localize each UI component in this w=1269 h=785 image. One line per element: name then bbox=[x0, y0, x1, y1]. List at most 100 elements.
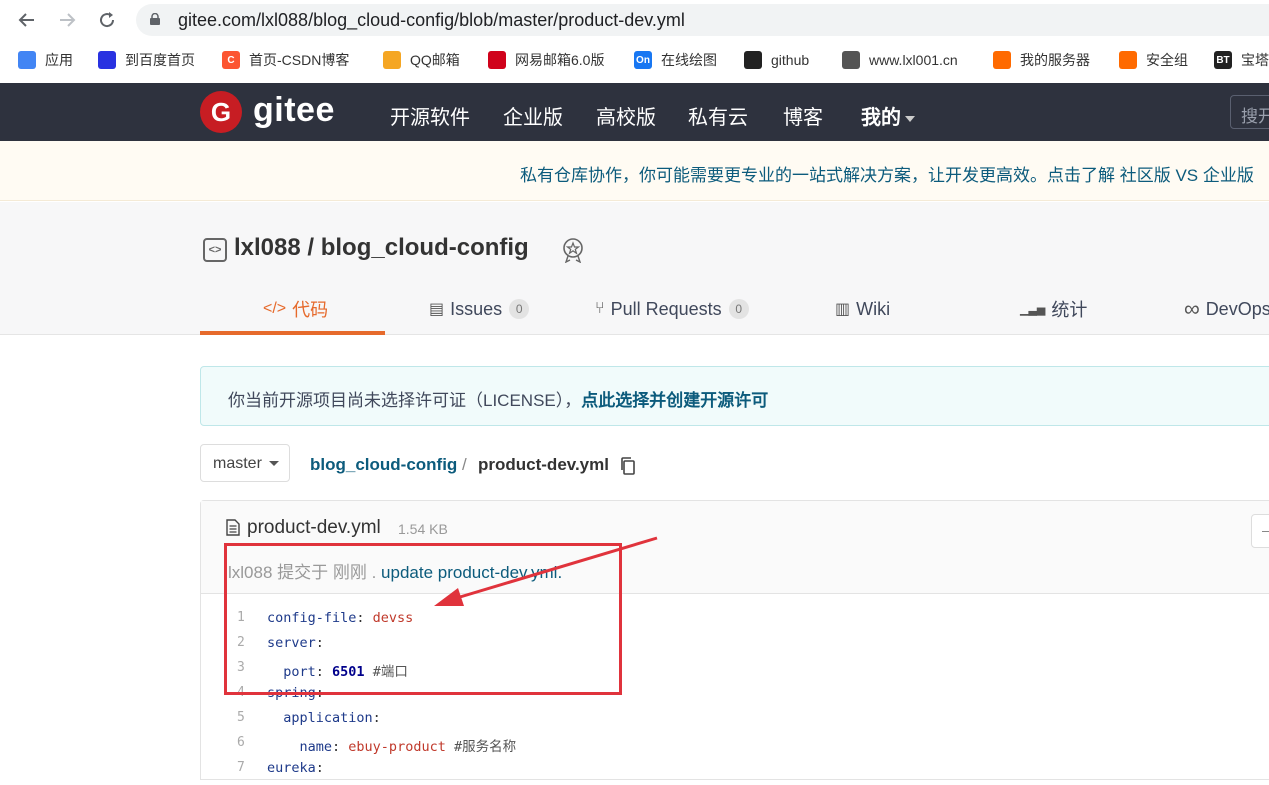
search-input[interactable]: 搜开 bbox=[1230, 95, 1269, 129]
nav-mine-label: 我的 bbox=[861, 107, 901, 129]
bookmark-label: 首页-CSDN博客 bbox=[249, 52, 350, 68]
bookmark-item[interactable]: C 首页-CSDN博客 bbox=[222, 50, 349, 70]
tab-stats-label: 统计 bbox=[1051, 300, 1088, 320]
url-text: gitee.com/lxl088/blog_cloud-config/blob/… bbox=[178, 10, 685, 30]
nav-blog[interactable]: 博客 bbox=[783, 101, 823, 130]
bookmark-item[interactable]: 到百度首页 bbox=[98, 50, 195, 70]
tab-devops[interactable]: ∞ DevOps bbox=[1184, 296, 1269, 321]
tab-stats[interactable]: ▁▃▅ 统计 bbox=[1020, 297, 1087, 321]
yaml-separator: : bbox=[315, 760, 324, 776]
bookmark-item[interactable]: github bbox=[744, 50, 809, 70]
aliyun-icon bbox=[993, 51, 1011, 69]
pull-requests-count-badge: 0 bbox=[728, 299, 749, 319]
badge-icon[interactable] bbox=[561, 237, 585, 263]
promo-banner: 私有仓库协作，你可能需要更专业的一站式解决方案，让开发更高效。点击了解 社区版 … bbox=[0, 141, 1269, 201]
bookmark-item[interactable]: 安全组 bbox=[1119, 50, 1188, 70]
baidu-paw-icon bbox=[98, 51, 116, 69]
issues-count-badge: 0 bbox=[509, 299, 530, 319]
repo-header: <> lxl088 / blog_cloud-config </> 代码 ▤ I… bbox=[0, 202, 1269, 335]
breadcrumb-separator: / bbox=[462, 455, 467, 474]
yaml-key: application bbox=[283, 710, 373, 726]
address-bar[interactable]: gitee.com/lxl088/blog_cloud-config/blob/… bbox=[136, 4, 1269, 36]
yaml-value: ebuy-product bbox=[348, 739, 446, 755]
code-content: name: ebuy-product #服务名称 bbox=[267, 735, 517, 755]
bookmark-label: 宝塔 bbox=[1241, 52, 1269, 68]
bookmark-label: QQ邮箱 bbox=[410, 52, 460, 68]
repo-title[interactable]: lxl088 / blog_cloud-config bbox=[234, 234, 529, 262]
caret-down-icon bbox=[269, 461, 279, 466]
code-line: 5 application: bbox=[201, 710, 1269, 735]
bookmark-label: 安全组 bbox=[1146, 52, 1188, 68]
annotation-arrow-icon bbox=[434, 536, 658, 606]
code-icon: </> bbox=[263, 300, 287, 317]
code-line: 6 name: ebuy-product #服务名称 bbox=[201, 735, 1269, 760]
line-number[interactable]: 7 bbox=[237, 760, 249, 775]
nav-education[interactable]: 高校版 bbox=[596, 101, 656, 130]
line-number[interactable]: 5 bbox=[237, 710, 249, 725]
branch-selector[interactable]: master bbox=[200, 444, 290, 482]
tab-wiki-label: Wiki bbox=[856, 298, 891, 319]
bookmark-label: 网易邮箱6.0版 bbox=[515, 52, 605, 68]
gitee-logo-icon[interactable]: G bbox=[200, 91, 242, 133]
gitee-logo-text[interactable]: gitee bbox=[253, 91, 335, 130]
bookmark-item[interactable]: 应用 bbox=[18, 50, 73, 70]
tab-code[interactable]: </> 代码 bbox=[263, 297, 328, 321]
bookmark-label: 我的服务器 bbox=[1020, 52, 1090, 68]
file-action-button[interactable] bbox=[1251, 514, 1269, 548]
promo-banner-link[interactable]: 私有仓库协作，你可能需要更专业的一站式解决方案，让开发更高效。点击了解 社区版 … bbox=[520, 161, 1254, 186]
forward-arrow-icon[interactable] bbox=[53, 6, 81, 34]
tab-issues-label: Issues bbox=[450, 298, 503, 319]
file-name: product-dev.yml bbox=[247, 517, 381, 538]
bookmark-item[interactable]: BT 宝塔 bbox=[1214, 50, 1269, 70]
reload-icon[interactable] bbox=[93, 6, 121, 34]
bookmark-label: github bbox=[771, 52, 810, 68]
wiki-book-icon: ▥ bbox=[835, 301, 851, 318]
tab-pull-requests-label: Pull Requests bbox=[610, 298, 722, 319]
site-header: G gitee 开源软件 企业版 高校版 私有云 博客 我的 搜开 bbox=[0, 83, 1269, 141]
repo-code-icon: <> bbox=[203, 238, 227, 262]
issues-icon: ▤ bbox=[429, 301, 445, 318]
breadcrumb-repo-link[interactable]: blog_cloud-config bbox=[310, 455, 457, 475]
globe-icon bbox=[842, 51, 860, 69]
tab-issues[interactable]: ▤ Issues 0 bbox=[429, 297, 530, 321]
bookmark-item[interactable]: 网易邮箱6.0版 bbox=[488, 50, 604, 70]
back-arrow-icon[interactable] bbox=[13, 6, 41, 34]
nav-private-cloud[interactable]: 私有云 bbox=[688, 101, 748, 130]
tab-wiki[interactable]: ▥ Wiki bbox=[835, 297, 890, 321]
apps-grid-icon bbox=[18, 51, 36, 69]
qq-mail-icon bbox=[383, 51, 401, 69]
lock-icon bbox=[150, 13, 160, 25]
pull-request-icon: ⑂ bbox=[595, 300, 605, 317]
yaml-comment: #服务名称 bbox=[445, 739, 517, 755]
license-notice: 你当前开源项目尚未选择许可证（LICENSE），点此选择并创建开源许可 bbox=[200, 366, 1269, 426]
yaml-separator: : bbox=[372, 710, 381, 726]
bt-panel-icon: BT bbox=[1214, 51, 1232, 69]
copy-icon[interactable] bbox=[620, 457, 636, 475]
code-content: application: bbox=[267, 710, 381, 726]
nav-open-source[interactable]: 开源软件 bbox=[390, 101, 470, 130]
bookmark-item[interactable]: 我的服务器 bbox=[993, 50, 1090, 70]
branch-name: master bbox=[213, 455, 262, 472]
nav-enterprise[interactable]: 企业版 bbox=[503, 101, 563, 130]
create-license-link[interactable]: 点此选择并创建开源许可 bbox=[581, 391, 768, 410]
bar-chart-icon: ▁▃▅ bbox=[1020, 303, 1046, 316]
code-line: 7 eureka: bbox=[201, 760, 1269, 785]
nav-mine[interactable]: 我的 bbox=[861, 101, 915, 130]
tab-code-label: 代码 bbox=[292, 300, 329, 320]
caret-down-icon bbox=[905, 115, 915, 122]
bookmark-item[interactable]: QQ邮箱 bbox=[383, 50, 460, 70]
yaml-key: eureka bbox=[267, 760, 316, 776]
code-content: eureka: bbox=[267, 760, 324, 776]
bookmark-label: 到百度首页 bbox=[125, 52, 195, 68]
bookmark-item[interactable]: www.lxl001.cn bbox=[842, 50, 958, 70]
bookmarks-bar: 应用 到百度首页 C 首页-CSDN博客 QQ邮箱 网易邮箱6.0版 On 在线绘图 githu… bbox=[0, 45, 1269, 75]
bookmark-item[interactable]: On 在线绘图 bbox=[634, 50, 717, 70]
tab-pull-requests[interactable]: ⑂ Pull Requests 0 bbox=[595, 297, 749, 321]
github-icon bbox=[744, 51, 762, 69]
infinity-icon: ∞ bbox=[1184, 296, 1200, 321]
license-message: 你当前开源项目尚未选择许可证（LICENSE）， bbox=[228, 391, 582, 410]
line-number[interactable]: 6 bbox=[237, 735, 249, 750]
bookmark-label: www.lxl001.cn bbox=[869, 52, 958, 68]
file-text-icon bbox=[226, 519, 240, 536]
